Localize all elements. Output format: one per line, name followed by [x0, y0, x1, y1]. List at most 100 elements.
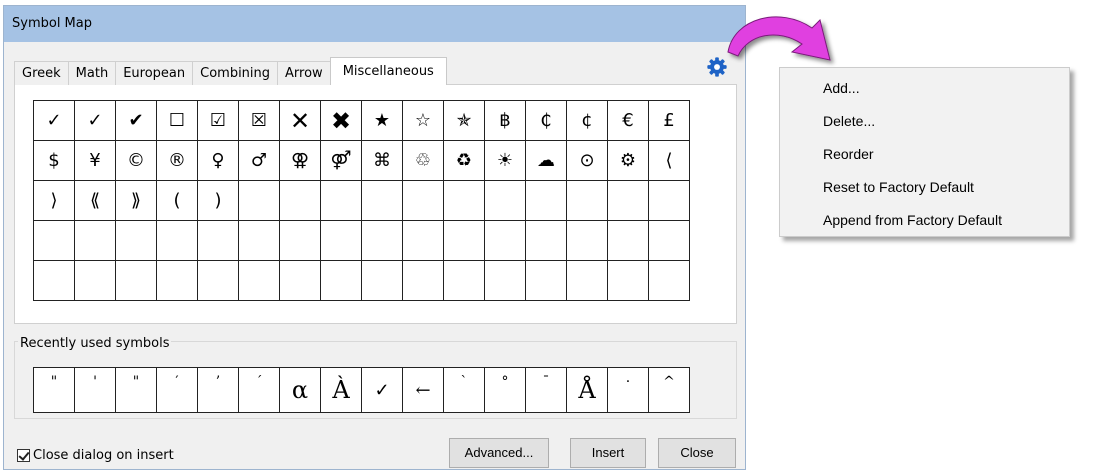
symbol-cell[interactable]: ¢	[566, 100, 608, 141]
symbol-cell[interactable]	[115, 260, 157, 301]
symbol-cell[interactable]: ⟩	[33, 180, 75, 221]
symbol-cell[interactable]	[156, 220, 198, 261]
recent-symbol-cell[interactable]: ·	[607, 367, 649, 413]
recent-symbol-cell[interactable]: ✓	[361, 367, 403, 413]
symbol-cell[interactable]: ♻	[443, 140, 485, 181]
symbol-cell[interactable]	[402, 220, 444, 261]
symbol-cell[interactable]	[484, 180, 526, 221]
recent-symbol-cell[interactable]: ^	[648, 367, 690, 413]
symbol-cell[interactable]	[566, 180, 608, 221]
symbol-cell[interactable]	[279, 220, 321, 261]
symbol-cell[interactable]	[238, 260, 280, 301]
symbol-cell[interactable]: ☐	[156, 100, 198, 141]
symbol-cell[interactable]: ☀	[484, 140, 526, 181]
symbol-cell[interactable]: ♲	[402, 140, 444, 181]
symbol-cell[interactable]: $	[33, 140, 75, 181]
symbol-cell[interactable]: ♀	[197, 140, 239, 181]
symbol-cell[interactable]: ¥	[74, 140, 116, 181]
symbol-cell[interactable]: ⌘	[361, 140, 403, 181]
symbol-cell[interactable]	[238, 180, 280, 221]
tab-european[interactable]: European	[115, 61, 194, 85]
insert-button[interactable]: Insert	[570, 438, 646, 468]
tab-greek[interactable]: Greek	[14, 61, 69, 85]
recent-symbol-cell[interactable]: ´	[238, 367, 280, 413]
close-on-insert-checkbox[interactable]	[17, 449, 30, 462]
menu-item-add[interactable]: Add...	[823, 73, 860, 103]
symbol-cell[interactable]: ✕	[279, 100, 321, 141]
symbol-cell[interactable]	[648, 260, 690, 301]
symbol-cell[interactable]	[320, 260, 362, 301]
symbol-cell[interactable]	[320, 220, 362, 261]
menu-item-reorder[interactable]: Reorder	[823, 139, 874, 169]
symbol-cell[interactable]	[607, 220, 649, 261]
symbol-cell[interactable]	[443, 260, 485, 301]
symbol-cell[interactable]	[525, 180, 567, 221]
recent-symbol-cell[interactable]: "	[33, 367, 75, 413]
symbol-cell[interactable]: ⚤	[320, 140, 362, 181]
symbol-cell[interactable]: ✯	[443, 100, 485, 141]
symbol-cell[interactable]	[33, 260, 75, 301]
symbol-cell[interactable]	[607, 180, 649, 221]
symbol-cell[interactable]: ⟪	[74, 180, 116, 221]
symbol-cell[interactable]: ₵	[525, 100, 567, 141]
symbol-cell[interactable]	[197, 220, 239, 261]
menu-item-reset-factory-default[interactable]: Reset to Factory Default	[823, 172, 974, 202]
symbol-cell[interactable]	[361, 180, 403, 221]
symbol-cell[interactable]: ✖	[320, 100, 362, 141]
symbol-cell[interactable]	[279, 260, 321, 301]
symbol-cell[interactable]	[566, 220, 608, 261]
recent-symbol-cell[interactable]: "	[115, 367, 157, 413]
symbol-cell[interactable]	[484, 220, 526, 261]
symbol-cell[interactable]	[197, 260, 239, 301]
symbol-cell[interactable]	[484, 260, 526, 301]
symbol-cell[interactable]	[238, 220, 280, 261]
tab-arrow[interactable]: Arrow	[277, 61, 331, 85]
symbol-cell[interactable]: ☁	[525, 140, 567, 181]
symbol-cell[interactable]	[33, 220, 75, 261]
symbol-cell[interactable]	[402, 180, 444, 221]
tab-combining[interactable]: Combining	[192, 61, 279, 85]
menu-item-append-factory-default[interactable]: Append from Factory Default	[823, 205, 1002, 235]
symbol-cell[interactable]	[74, 220, 116, 261]
symbol-cell[interactable]	[402, 260, 444, 301]
tab-miscellaneous[interactable]: Miscellaneous	[329, 57, 447, 85]
recent-symbol-cell[interactable]: ←	[402, 367, 444, 413]
tab-math[interactable]: Math	[67, 61, 117, 85]
recent-symbol-cell[interactable]: Å	[566, 367, 608, 413]
symbol-cell[interactable]: ✓	[33, 100, 75, 141]
symbol-cell[interactable]: ✔	[115, 100, 157, 141]
symbol-cell[interactable]	[648, 220, 690, 261]
symbol-cell[interactable]: ฿	[484, 100, 526, 141]
symbol-cell[interactable]	[361, 260, 403, 301]
symbol-cell[interactable]: €	[607, 100, 649, 141]
symbol-cell[interactable]	[648, 180, 690, 221]
advanced-button[interactable]: Advanced...	[449, 438, 549, 468]
recent-symbol-cell[interactable]: °	[484, 367, 526, 413]
symbol-cell[interactable]: ©	[115, 140, 157, 181]
recent-symbol-cell[interactable]: α	[279, 367, 321, 413]
symbol-cell[interactable]: ☒	[238, 100, 280, 141]
recent-symbol-cell[interactable]: ’	[197, 367, 239, 413]
symbol-cell[interactable]	[566, 260, 608, 301]
symbol-cell[interactable]: ⟨	[648, 140, 690, 181]
close-button[interactable]: Close	[658, 438, 736, 468]
symbol-cell[interactable]: (	[156, 180, 198, 221]
menu-item-delete[interactable]: Delete...	[823, 106, 875, 136]
symbol-cell[interactable]	[156, 260, 198, 301]
recent-symbol-cell[interactable]: ¯	[525, 367, 567, 413]
symbol-cell[interactable]	[525, 220, 567, 261]
recent-symbol-cell[interactable]: '	[74, 367, 116, 413]
recent-symbol-cell[interactable]: À	[320, 367, 362, 413]
recent-symbol-cell[interactable]: `	[443, 367, 485, 413]
symbol-cell[interactable]	[74, 260, 116, 301]
symbol-cell[interactable]: ☑	[197, 100, 239, 141]
symbol-cell[interactable]: ★	[361, 100, 403, 141]
symbol-cell[interactable]	[607, 260, 649, 301]
symbol-cell[interactable]: ✓	[74, 100, 116, 141]
close-on-insert[interactable]: Close dialog on insert	[17, 448, 174, 463]
symbol-cell[interactable]: ⟫	[115, 180, 157, 221]
symbol-cell[interactable]	[115, 220, 157, 261]
symbol-cell[interactable]	[525, 260, 567, 301]
symbol-cell[interactable]	[320, 180, 362, 221]
recent-symbol-cell[interactable]: ′	[156, 367, 198, 413]
